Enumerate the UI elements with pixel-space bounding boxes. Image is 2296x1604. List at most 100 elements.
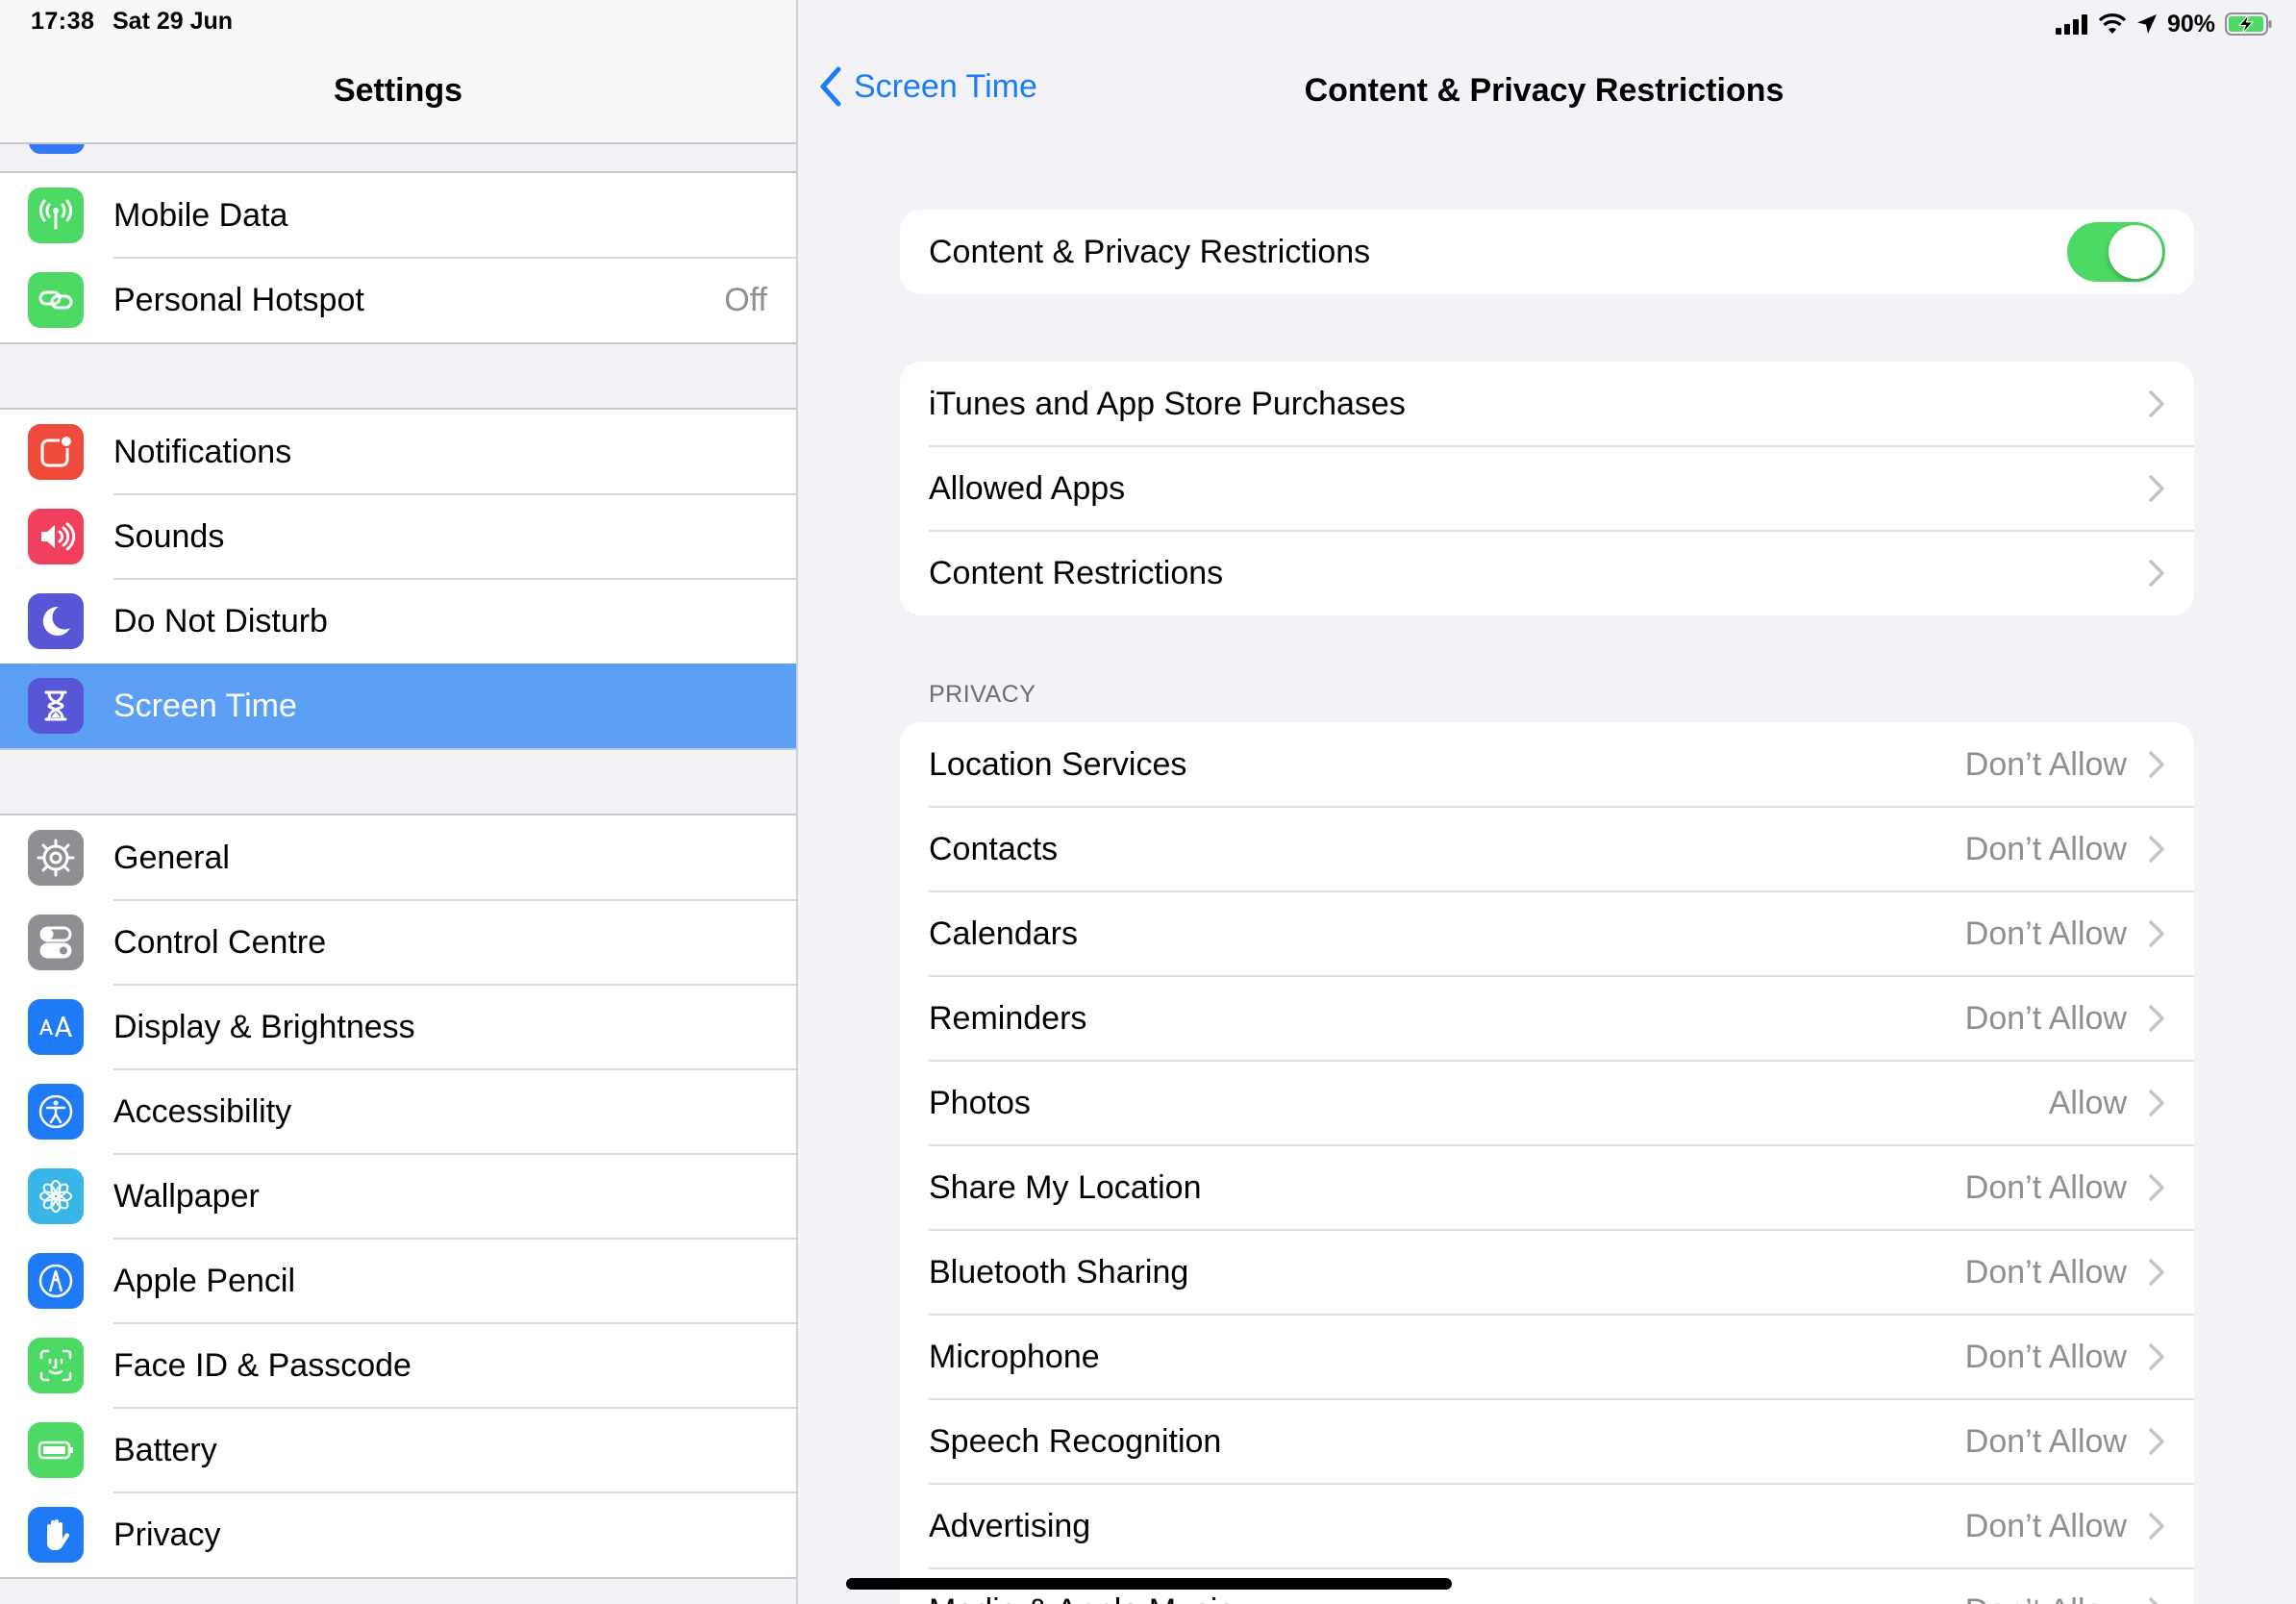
sidebar-item-general[interactable]: General xyxy=(0,815,796,901)
row-label: Location Services xyxy=(929,745,1187,783)
row-allowed-apps[interactable]: Allowed Apps xyxy=(900,446,2194,532)
sidebar-group-system: General Control Centre Display & Brightn… xyxy=(0,814,796,1579)
sidebar-item-do-not-disturb[interactable]: Do Not Disturb xyxy=(0,579,796,664)
battery-percentage: 90% xyxy=(2166,10,2215,38)
notifications-icon xyxy=(28,424,84,480)
row-speech-recognition[interactable]: Speech Recognition Don’t Allow xyxy=(900,1399,2194,1485)
toggle-knob xyxy=(2109,225,2162,279)
moon-icon xyxy=(28,593,84,649)
row-reminders[interactable]: Reminders Don’t Allow xyxy=(900,976,2194,1062)
row-value: Don’t Allow xyxy=(1964,1422,2127,1460)
sidebar-item-display-brightness[interactable]: Display & Brightness xyxy=(0,985,796,1070)
row-value: Don’t Allow xyxy=(1964,745,2127,783)
detail-pane: 90% Screen Time Content & Privacy Restri… xyxy=(798,0,2296,1604)
sidebar-item-face-id-passcode[interactable]: Face ID & Passcode xyxy=(0,1323,796,1409)
row-content-restrictions[interactable]: Content Restrictions xyxy=(900,531,2194,615)
row-separator xyxy=(929,1398,2194,1400)
sidebar-item-label: Personal Hotspot xyxy=(113,281,364,318)
sidebar-item-personal-hotspot[interactable]: Personal Hotspot Off xyxy=(0,258,796,342)
chevron-right-icon xyxy=(2149,1005,2164,1032)
row-advertising[interactable]: Advertising Don’t Allow xyxy=(900,1484,2194,1569)
pencil-icon xyxy=(28,1253,84,1309)
row-label: Contacts xyxy=(929,830,1059,867)
sidebar-item-label: Privacy xyxy=(113,1516,221,1553)
privacy-section-header: PRIVACY xyxy=(929,681,1036,708)
row-microphone[interactable]: Microphone Don’t Allow xyxy=(900,1315,2194,1400)
sidebar-item-label: Display & Brightness xyxy=(113,1008,415,1045)
row-bluetooth-sharing[interactable]: Bluetooth Sharing Don’t Allow xyxy=(900,1230,2194,1316)
restrictions-toggle-switch[interactable] xyxy=(2067,222,2165,282)
accessibility-icon xyxy=(28,1084,84,1140)
row-calendars[interactable]: Calendars Don’t Allow xyxy=(900,891,2194,977)
sidebar-group-alerts: Notifications Sounds Do Not Disturb Scre… xyxy=(0,408,796,750)
privacy-card: Location Services Don’t Allow Contacts D… xyxy=(900,722,2194,1604)
text-size-icon xyxy=(28,999,84,1055)
sidebar-item-label: Battery xyxy=(113,1431,217,1468)
back-button-screen-time[interactable]: Screen Time xyxy=(817,65,1037,108)
cellular-signal-icon xyxy=(2055,14,2087,35)
row-contacts[interactable]: Contacts Don’t Allow xyxy=(900,807,2194,892)
antenna-icon xyxy=(28,188,84,243)
sidebar-item-screen-time[interactable]: Screen Time xyxy=(0,664,796,748)
restrictions-toggle-row: Content & Privacy Restrictions xyxy=(900,210,2194,294)
sidebar-item-accessibility[interactable]: Accessibility xyxy=(0,1069,796,1155)
speaker-icon xyxy=(28,509,84,564)
sidebar-item-label: Wallpaper xyxy=(113,1177,260,1215)
row-photos[interactable]: Photos Allow xyxy=(900,1061,2194,1146)
row-label: Speech Recognition xyxy=(929,1422,1222,1460)
chevron-right-icon xyxy=(2149,836,2164,863)
sidebar-item-label: Do Not Disturb xyxy=(113,602,328,639)
sidebar-item-battery[interactable]: Battery xyxy=(0,1408,796,1493)
row-label: Allowed Apps xyxy=(929,469,1126,507)
row-value: Don’t Allow xyxy=(1964,1253,2127,1291)
row-value: Don’t Allow xyxy=(1964,830,2127,867)
sidebar-item-control-centre[interactable]: Control Centre xyxy=(0,900,796,986)
row-separator xyxy=(929,1314,2194,1316)
sidebar-item-mobile-data[interactable]: Mobile Data xyxy=(0,173,796,259)
status-time: 17:38 xyxy=(31,8,95,35)
row-value: Don’t Allow xyxy=(1964,1168,2127,1206)
row-share-my-location[interactable]: Share My Location Don’t Allow xyxy=(900,1145,2194,1231)
sidebar-item-privacy[interactable]: Privacy xyxy=(0,1492,796,1577)
row-label: Reminders xyxy=(929,999,1087,1037)
chevron-right-icon xyxy=(2149,1090,2164,1116)
chevron-right-icon xyxy=(2149,1597,2159,1604)
chevron-right-icon xyxy=(2149,751,2164,778)
row-separator xyxy=(929,1144,2194,1146)
sidebar-item-label: Sounds xyxy=(113,517,225,555)
battery-charging-icon xyxy=(2225,13,2272,36)
settings-sidebar: 17:38 Sat 29 Jun Settings Mobile Data Pe… xyxy=(0,0,798,1604)
row-location-services[interactable]: Location Services Don’t Allow xyxy=(900,722,2194,808)
restrictions-toggle-label: Content & Privacy Restrictions xyxy=(929,233,1371,270)
chevron-right-icon xyxy=(2149,1343,2164,1370)
sidebar-item-label: General xyxy=(113,839,230,876)
sidebar-item-label: Notifications xyxy=(113,433,292,470)
location-arrow-icon xyxy=(2136,14,2157,34)
sidebar-item-label: Accessibility xyxy=(113,1092,292,1130)
row-separator xyxy=(929,1567,2194,1569)
chevron-right-icon xyxy=(2149,1428,2164,1455)
sidebar-item-label: Control Centre xyxy=(113,923,327,961)
chevron-right-icon xyxy=(2149,390,2164,417)
restrictions-toggle-card: Content & Privacy Restrictions xyxy=(900,210,2194,294)
switches-icon xyxy=(28,915,84,970)
hotspot-status-value: Off xyxy=(724,281,767,318)
sidebar-item-wallpaper[interactable]: Wallpaper xyxy=(0,1154,796,1240)
sidebar-item-notifications[interactable]: Notifications xyxy=(0,410,796,495)
sidebar-item-sounds[interactable]: Sounds xyxy=(0,494,796,580)
sidebar-group-connectivity: Mobile Data Personal Hotspot Off xyxy=(0,171,796,344)
row-separator xyxy=(929,975,2194,977)
row-separator xyxy=(929,530,2194,532)
home-indicator[interactable] xyxy=(846,1578,1452,1590)
hotspot-icon xyxy=(28,272,84,328)
sidebar-item-label: Face ID & Passcode xyxy=(113,1346,412,1384)
row-label: Calendars xyxy=(929,915,1078,952)
battery-icon xyxy=(28,1422,84,1478)
row-separator xyxy=(929,445,2194,447)
row-itunes-app-store-purchases[interactable]: iTunes and App Store Purchases xyxy=(900,362,2194,447)
gear-icon xyxy=(28,830,84,886)
store-restrictions-card: iTunes and App Store Purchases Allowed A… xyxy=(900,362,2194,615)
row-label: iTunes and App Store Purchases xyxy=(929,385,1406,422)
row-label: Microphone xyxy=(929,1338,1100,1375)
sidebar-item-apple-pencil[interactable]: Apple Pencil xyxy=(0,1239,796,1324)
